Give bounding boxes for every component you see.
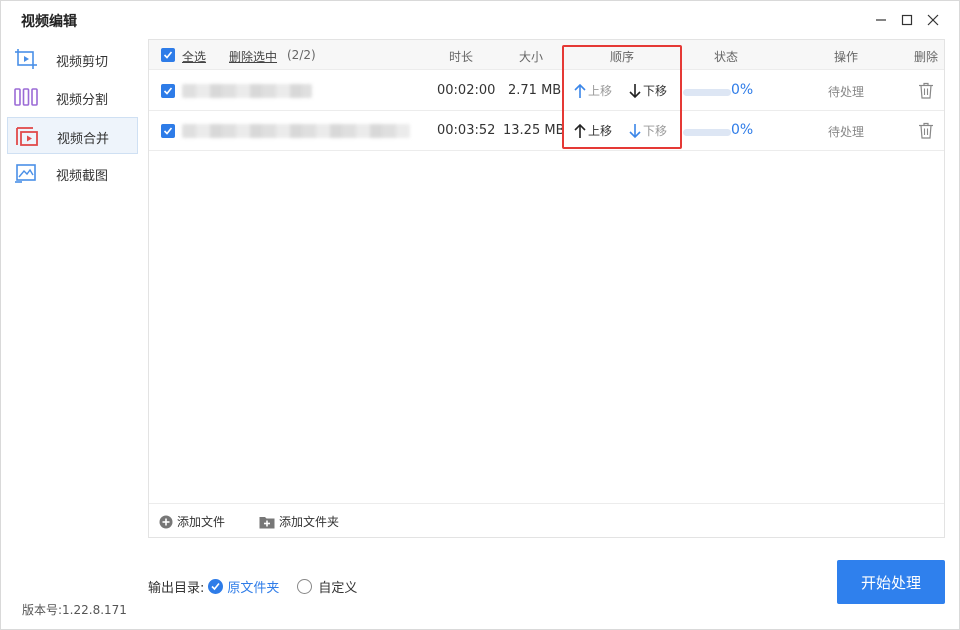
move-down-label: 下移 [643,84,668,98]
checkmark-icon [163,87,173,95]
title-bar: 视频编辑 [1,1,959,39]
option-original-folder[interactable]: 原文件夹 [227,577,279,596]
add-folder-label: 添加文件夹 [279,515,340,529]
radio-original-folder[interactable] [208,578,224,594]
close-icon [927,14,939,26]
row-status: 待处理 [828,125,865,139]
checkmark-icon [163,51,173,59]
column-header-order: 顺序 [610,50,635,64]
selected-count: (2/2) [287,48,316,62]
table-row[interactable]: 00:03:52 13.25 MB 上移 下移 0% 待处理 [149,111,944,151]
delete-selected-link[interactable]: 删除选中 [229,48,277,65]
file-list-panel: 全选 删除选中 (2/2) 时长 大小 顺序 状态 操作 删除 00:02:00… [148,39,945,538]
option-custom[interactable]: 自定义 [318,577,357,596]
column-header-action: 操作 [834,50,859,64]
row-status: 待处理 [828,85,865,99]
select-all-checkbox[interactable] [161,48,175,62]
add-circle-icon [159,515,173,528]
split-icon [14,88,38,106]
move-down-button[interactable]: 下移 [628,82,667,99]
row-duration: 00:02:00 [437,83,496,98]
move-up-button[interactable]: 上移 [573,122,612,139]
checkmark-icon [163,127,173,135]
sidebar-item-label: 视频合并 [57,132,110,147]
output-directory: 输出目录: 原文件夹 自定义 [148,576,357,596]
arrow-up-icon [574,123,586,138]
arrow-down-icon [629,83,641,98]
maximize-icon [901,14,913,26]
row-duration: 00:03:52 [437,123,496,138]
column-header-size: 大小 [519,50,544,64]
radio-custom[interactable] [297,578,313,594]
column-header-status: 状态 [714,50,739,64]
trash-icon[interactable] [918,122,934,139]
move-down-button[interactable]: 下移 [628,122,667,139]
add-folder-icon [259,516,275,528]
move-up-label: 上移 [588,84,613,98]
start-processing-button[interactable]: 开始处理 [837,560,945,604]
arrow-up-icon [574,83,586,98]
maximize-button[interactable] [896,9,918,31]
row-checkbox[interactable] [161,124,175,138]
column-header-delete: 删除 [914,50,939,64]
column-header-duration: 时长 [449,50,474,64]
arrow-down-icon [629,123,641,138]
select-all-link[interactable]: 全选 [182,48,206,65]
progress-percent: 0% [731,122,754,138]
sidebar-item-merge[interactable]: 视频合并 [7,117,138,154]
progress-percent: 0% [731,82,754,98]
sidebar: 视频剪切 视频分割 视频合并 视频截图 版本号:1.22.8.171 [1,39,146,629]
row-size: 2.71 MB [508,83,562,98]
sidebar-item-label: 视频分割 [56,93,109,108]
app-window: 视频编辑 视频剪切 视频分割 视频合并 视频截图 版本号:1.22.8.171 … [0,0,960,630]
panel-footer: 添加文件 添加文件夹 [149,503,944,537]
minimize-icon [876,19,886,21]
row-checkbox[interactable] [161,84,175,98]
sidebar-item-label: 视频截图 [56,169,109,184]
sidebar-item-label: 视频剪切 [56,55,109,70]
minimize-button[interactable] [870,9,892,31]
close-button[interactable] [922,9,944,31]
move-up-button[interactable]: 上移 [573,82,612,99]
sidebar-item-screenshot[interactable]: 视频截图 [7,155,138,192]
add-file-button[interactable]: 添加文件 [159,513,225,530]
app-title: 视频编辑 [21,14,77,30]
trash-icon[interactable] [918,82,934,99]
table-header: 全选 删除选中 (2/2) 时长 大小 顺序 状态 操作 删除 [149,40,944,70]
move-up-label: 上移 [588,124,613,138]
screenshot-icon [15,164,36,183]
output-label: 输出目录: [148,580,205,596]
row-size: 13.25 MB [503,123,565,138]
add-folder-button[interactable]: 添加文件夹 [259,513,339,530]
blurred-filename [182,124,410,138]
merge-icon [16,127,38,146]
table-row[interactable]: 00:02:00 2.71 MB 上移 下移 0% 待处理 [149,71,944,111]
move-down-label: 下移 [643,124,668,138]
blurred-filename [182,84,312,98]
sidebar-item-split[interactable]: 视频分割 [7,79,138,116]
progress-bar [683,89,731,96]
checkmark-icon [211,582,221,590]
add-file-label: 添加文件 [177,515,226,529]
progress-bar [683,129,731,136]
crop-icon [15,49,37,69]
version-label: 版本号:1.22.8.171 [22,603,127,617]
sidebar-item-crop[interactable]: 视频剪切 [7,41,138,78]
